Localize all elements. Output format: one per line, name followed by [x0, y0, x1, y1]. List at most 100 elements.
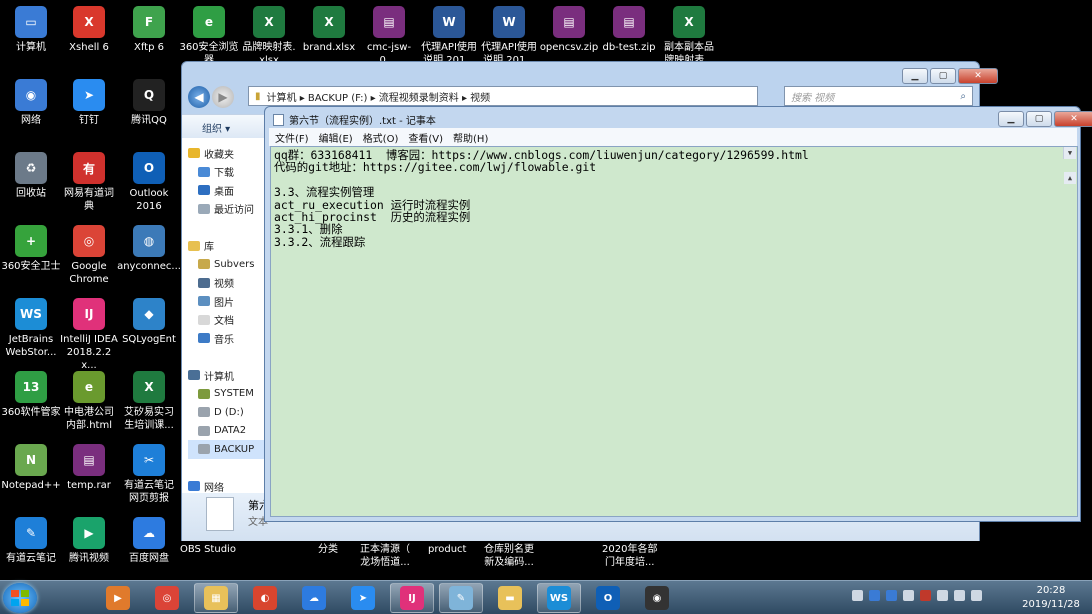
desktop-shortcut[interactable]: O Outlook 2016 — [118, 152, 180, 213]
help-icon[interactable] — [869, 590, 880, 601]
nav-pane-item[interactable]: D (D:) — [188, 403, 268, 422]
desktop-shortcut-label[interactable]: 正本清源（ 龙场悟道... — [360, 543, 410, 569]
taskbar-button[interactable]: ◎ — [145, 583, 189, 613]
breadcrumb-item[interactable]: 流程视频录制资料 — [379, 93, 459, 104]
desktop-shortcut[interactable]: +360安全卫士 — [0, 225, 62, 273]
start-button[interactable] — [3, 583, 37, 613]
desktop-shortcut[interactable]: IJ IntelliJ IDEA 2018.2.2 x... — [58, 298, 120, 372]
desktop-shortcut[interactable]: ▤cmc-jsw-0.... — [358, 6, 420, 67]
organize-menu[interactable]: 组织 ▾ — [202, 124, 230, 135]
desktop-shortcut[interactable]: F Xftp 6 — [118, 6, 180, 54]
nav-pane-item[interactable]: 最近访问 — [188, 200, 268, 219]
bluetooth-icon[interactable] — [886, 590, 897, 601]
nav-pane-item[interactable]: 计算机 — [188, 366, 268, 385]
desktop-shortcut[interactable]: W代理API使用 说明 201... — [478, 6, 540, 67]
desktop-shortcut-label[interactable]: OBS Studio — [180, 543, 236, 556]
desktop-shortcut-label[interactable]: 2020年各部 门年度培... — [602, 543, 657, 569]
nav-pane-item[interactable]: DATA2 — [188, 422, 268, 441]
close-button[interactable]: ✕ — [958, 68, 998, 84]
nav-pane-item[interactable]: 视频 — [188, 274, 268, 293]
desktop-shortcut[interactable]: ▶ 腾讯视频 — [58, 517, 120, 565]
desktop-shortcut[interactable]: 13 360软件管家 — [0, 371, 62, 419]
taskbar-button[interactable]: ✎ — [439, 583, 483, 613]
desktop-shortcut[interactable]: W代理API使用 说明 201... — [418, 6, 480, 67]
taskbar-button[interactable]: WS — [537, 583, 581, 613]
breadcrumb-item[interactable]: 视频 — [470, 93, 490, 104]
lang-icon[interactable] — [903, 590, 914, 601]
search-input[interactable]: 搜索 视频 ⌕ — [784, 86, 973, 106]
desktop-shortcut[interactable]: X品牌映射表. xlsx — [238, 6, 300, 67]
chevron-up-icon[interactable] — [852, 590, 863, 601]
nav-pane-item[interactable]: 桌面 — [188, 181, 268, 200]
taskbar-button[interactable]: ▦ — [194, 583, 238, 613]
minimize-button[interactable]: ▁ — [902, 68, 928, 84]
nav-pane-item[interactable]: 收藏夹 — [188, 144, 268, 163]
desktop-shortcut[interactable]: X Xshell 6 — [58, 6, 120, 54]
nav-pane-item[interactable]: 文档 — [188, 311, 268, 330]
desktop-shortcut[interactable]: ◎ Google Chrome — [58, 225, 120, 286]
menu-item[interactable]: 帮助(H) — [453, 130, 488, 145]
record-icon[interactable] — [920, 590, 931, 601]
taskbar-button[interactable]: IJ — [390, 583, 434, 613]
close-button[interactable]: ✕ — [1054, 111, 1092, 127]
desktop-shortcut-label[interactable]: product — [428, 543, 466, 556]
breadcrumb-item[interactable]: BACKUP (F:) — [308, 93, 367, 104]
maximize-button[interactable]: ▢ — [930, 68, 956, 84]
desktop-shortcut[interactable]: ◆ SQLyogEnt — [118, 298, 180, 346]
taskbar-button[interactable]: ▬ — [488, 583, 532, 613]
desktop-shortcut[interactable]: Q 腾讯QQ — [118, 79, 180, 127]
taskbar-button[interactable]: ◉ — [635, 583, 679, 613]
menu-item[interactable]: 文件(F) — [275, 130, 309, 145]
desktop-shortcut[interactable]: ➤ 钉钉 — [58, 79, 120, 127]
desktop-shortcut[interactable]: 有网易有道词 典 — [58, 152, 120, 213]
taskbar-button[interactable]: ◐ — [243, 583, 287, 613]
desktop-shortcut-label[interactable]: 分类 — [318, 543, 338, 556]
nav-pane-item[interactable]: 图片 — [188, 292, 268, 311]
volume-icon[interactable] — [954, 590, 965, 601]
menu-item[interactable]: 查看(V) — [408, 130, 443, 145]
notepad-window[interactable]: 第六节（流程实例）.txt - 记事本 ▁ ▢ ✕ 文件(F) 编辑(E) 格式(O… — [264, 106, 1092, 522]
desktop-shortcut[interactable]: ✎ 有道云笔记 — [0, 517, 62, 565]
nav-pane-item[interactable]: 下载 — [188, 163, 268, 182]
menu-item[interactable]: 格式(O) — [363, 130, 399, 145]
network-signal-icon[interactable] — [937, 590, 948, 601]
menu-item[interactable]: 编辑(E) — [319, 130, 353, 145]
desktop-shortcut[interactable]: ◍ anyconnec... — [117, 225, 181, 273]
nav-pane-item[interactable]: Subvers — [188, 255, 268, 274]
desktop-shortcut[interactable]: ▤ temp.rar — [58, 444, 120, 492]
nav-pane-item[interactable]: BACKUP — [188, 440, 268, 459]
notepad-text-area[interactable]: qq群：633168411 博客园：https://www.cnblogs.co… — [270, 146, 1078, 517]
desktop-shortcut[interactable]: Xbrand.xlsx — [298, 6, 360, 54]
desktop-shortcut[interactable]: ◉ 网络 — [0, 79, 62, 127]
minimize-button[interactable]: ▁ — [998, 111, 1024, 127]
taskbar-button[interactable]: ➤ — [341, 583, 385, 613]
vertical-scrollbar[interactable]: ▲ ▼ — [1063, 147, 1076, 184]
back-arrow-icon[interactable]: ◀ — [188, 86, 210, 108]
desktop-shortcut[interactable]: ▤ db-test.zip — [598, 6, 660, 54]
desktop-shortcut[interactable]: e 中电港公司 内部.html — [58, 371, 120, 432]
desktop-shortcut[interactable]: X副本副本品 牌映射表... — [658, 6, 720, 67]
desktop-shortcut[interactable]: N Notepad++ — [0, 444, 62, 492]
breadcrumb-item[interactable]: 计算机 — [267, 93, 297, 104]
desktop-shortcut[interactable]: e360安全浏览 器 — [178, 6, 240, 67]
maximize-button[interactable]: ▢ — [1026, 111, 1052, 127]
forward-arrow-icon[interactable]: ▶ — [212, 86, 234, 108]
scroll-up-icon[interactable]: ▲ — [1064, 171, 1076, 184]
desktop-shortcut[interactable]: ▭ 计算机 — [0, 6, 62, 54]
desktop-shortcut[interactable]: ♻ 回收站 — [0, 152, 62, 200]
desktop-shortcut[interactable]: X 艾矽易实习 生培训课... — [118, 371, 180, 432]
desktop-shortcut[interactable]: WS JetBrains WebStor... — [0, 298, 62, 359]
desktop-shortcut-label[interactable]: 仓库别名更 新及编码... — [484, 543, 534, 569]
address-bar[interactable]: ▮ 计算机 ▸ BACKUP (F:) ▸ 流程视频录制资料 ▸ 视频 — [248, 86, 758, 106]
taskbar-button[interactable]: O — [586, 583, 630, 613]
clock[interactable]: 20:28 2019/11/28 — [1018, 584, 1084, 612]
taskbar-button[interactable]: ☁ — [292, 583, 336, 613]
nav-pane-item[interactable]: 库 — [188, 237, 268, 256]
taskbar-button[interactable]: ▶ — [96, 583, 140, 613]
desktop-shortcut[interactable]: ✂ 有道云笔记 网页剪报 — [118, 444, 180, 505]
nav-pane-item[interactable]: 音乐 — [188, 329, 268, 348]
wifi-icon[interactable] — [971, 590, 982, 601]
scroll-down-icon[interactable]: ▼ — [1064, 147, 1076, 160]
desktop-shortcut[interactable]: ▤ opencsv.zip — [538, 6, 600, 54]
nav-pane-item[interactable]: SYSTEM — [188, 385, 268, 404]
